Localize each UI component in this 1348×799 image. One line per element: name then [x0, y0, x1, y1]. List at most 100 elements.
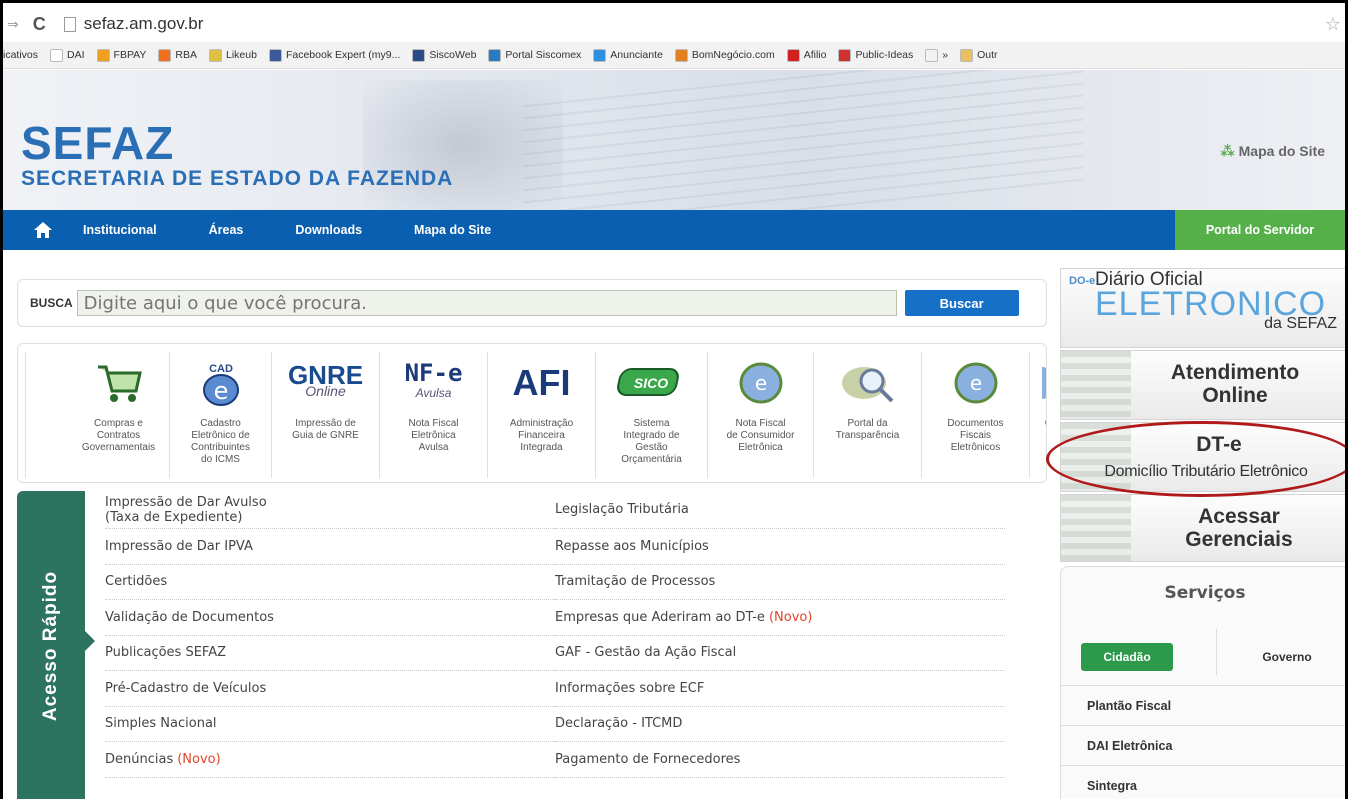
more-icon: [925, 48, 939, 62]
quick-link-label: Impressão de Dar Avulso (Taxa de Expedie…: [105, 494, 267, 525]
url-text[interactable]: sefaz.am.gov.br: [84, 14, 204, 34]
servicos-panel: Serviços Cidadão Governo Plantão Fiscal …: [1060, 566, 1345, 799]
portal-servidor-button[interactable]: Portal do Servidor: [1175, 210, 1345, 250]
atendimento-online-banner[interactable]: Atendimento Online: [1060, 350, 1345, 420]
quick-link[interactable]: Repasse aos Municípios: [555, 529, 1005, 565]
service-tile[interactable]: SICO Sistema Integrado de Gestão Orçament…: [596, 352, 708, 478]
atendimento-line2: Online: [1202, 384, 1268, 407]
bookmark-item[interactable]: Anunciante: [593, 48, 663, 62]
bookmark-item[interactable]: »: [925, 48, 949, 62]
svg-text:CAD: CAD: [209, 363, 233, 375]
acesso-rapido-tab: Acesso Rápido: [17, 491, 85, 799]
quick-link[interactable]: Declaração - ITCMD: [555, 707, 1005, 742]
service-tile[interactable]: GNRE Online Impressão de Guia de GNRE: [272, 352, 380, 478]
service-caption: Administração Financeira Integrada: [509, 418, 574, 453]
services-carousel: ts s Compras e Contratos Governamentais CA…: [17, 343, 1047, 483]
nav-institucional[interactable]: Institucional: [83, 223, 157, 237]
reload-icon[interactable]: C: [33, 14, 46, 35]
service-tile[interactable]: Cl: [1030, 352, 1046, 478]
service-caption: Cadastro Eletrônico de Contribuintes do …: [191, 418, 250, 465]
bookmark-item[interactable]: Likeub: [209, 48, 257, 62]
servico-plantao-fiscal[interactable]: Plantão Fiscal: [1061, 685, 1345, 725]
acessar-line2: Gerenciais: [1185, 528, 1293, 551]
bookmark-label: Afilio: [803, 49, 827, 61]
tab-cidadao[interactable]: Cidadão: [1081, 643, 1173, 671]
quick-link[interactable]: Validação de Documentos: [105, 600, 555, 636]
service-caption: Nota Fiscal de Consumidor Eletrônica: [726, 418, 795, 453]
bookmark-item[interactable]: Public-Ideas: [838, 48, 914, 62]
bookmark-item[interactable]: Portal Siscomex: [488, 48, 581, 62]
rba-icon: [158, 48, 172, 62]
header-document-image: [523, 70, 1083, 210]
bookmark-item[interactable]: Outr: [960, 48, 998, 62]
acessar-gerenciais-banner[interactable]: Acessar Gerenciais: [1060, 494, 1345, 562]
quick-link[interactable]: Simples Nacional: [105, 707, 555, 742]
atendimento-line1: Atendimento: [1170, 361, 1300, 384]
quick-link[interactable]: Denúncias (Novo): [105, 742, 555, 778]
afi-icon: AFI: [512, 362, 571, 403]
quick-link[interactable]: Tramitação de Processos: [555, 565, 1005, 600]
sitemap-icon: ⁂: [1220, 143, 1235, 159]
bookmark-item[interactable]: RBA: [158, 48, 197, 62]
acesso-rapido-panel: Acesso Rápido Impressão de Dar Avulso (T…: [17, 491, 1047, 799]
nfe-icon: e: [922, 352, 1029, 414]
nav-mapa-do-site[interactable]: Mapa do Site: [414, 223, 491, 237]
search-input[interactable]: [76, 290, 897, 316]
quick-link[interactable]: Impressão de Dar IPVA: [105, 529, 555, 565]
service-tile[interactable]: e Documentos Fiscais Eletrônicos: [922, 352, 1030, 478]
bookmark-item[interactable]: SiscoWeb: [412, 48, 476, 62]
bookmark-star-icon[interactable]: ☆: [1325, 14, 1341, 35]
bookmark-item[interactable]: BomNegócio.com: [674, 48, 775, 62]
site-logo[interactable]: SEFAZ: [21, 116, 174, 170]
cad-e-icon: CAD e: [170, 352, 271, 414]
mapa-do-site-link[interactable]: ⁂ Mapa do Site: [1220, 143, 1325, 160]
dte-banner[interactable]: DT-e Domicílio Tributário Eletrônico: [1060, 422, 1345, 492]
quick-link[interactable]: Empresas que Aderiram ao DT-e (Novo): [555, 600, 1005, 636]
service-tile[interactable]: ts s: [18, 352, 26, 478]
bookmark-item[interactable]: FBPAY: [96, 48, 146, 62]
quick-link[interactable]: Publicações SEFAZ: [105, 636, 555, 671]
bookmark-label: Likeub: [226, 49, 257, 61]
quick-link[interactable]: Legislação Tributária: [555, 491, 1005, 529]
bookmark-label: RBA: [175, 49, 197, 61]
quick-link[interactable]: Pré-Cadastro de Veículos: [105, 671, 555, 707]
forward-icon[interactable]: ⇒: [7, 16, 19, 33]
tab-governo[interactable]: Governo: [1241, 643, 1333, 671]
service-tile[interactable]: e Nota Fiscal de Consumidor Eletrônica: [708, 352, 814, 478]
service-caption: Impressão de Guia de GNRE: [292, 418, 359, 441]
bookmark-label: Facebook Expert (my9...: [285, 49, 401, 61]
browser-window: ⇒ C sefaz.am.gov.br ☆ icativos DAI FBPAY RB…: [0, 0, 1348, 799]
bookmark-label: Anunciante: [610, 49, 663, 61]
bookmark-label: Public-Ideas: [855, 49, 914, 61]
bookmark-item[interactable]: Facebook Expert (my9...: [268, 48, 401, 62]
servico-dai-eletronica[interactable]: DAI Eletrônica: [1061, 725, 1345, 765]
quick-link[interactable]: Impressão de Dar Avulso (Taxa de Expedie…: [105, 491, 555, 529]
bookmark-item[interactable]: Afilio: [786, 48, 827, 62]
search-label: BUSCA: [30, 296, 73, 310]
diario-oficial-banner[interactable]: DO-e Diário Oficial ELETRONICO da SEFAZ: [1060, 268, 1345, 348]
bookmark-label: »: [942, 49, 949, 61]
facebook-icon: [268, 48, 282, 62]
main-nav: Institucional Áreas Downloads Mapa do Si…: [3, 210, 1345, 250]
servico-sintegra[interactable]: Sintegra: [1061, 765, 1345, 799]
quick-link-label: Validação de Documentos: [105, 609, 274, 625]
quick-link[interactable]: Pagamento de Fornecedores: [555, 742, 1005, 778]
svg-text:e: e: [754, 371, 766, 395]
nav-downloads[interactable]: Downloads: [295, 223, 362, 237]
service-tile[interactable]: AFI Administração Financeira Integrada: [488, 352, 596, 478]
service-tile[interactable]: Compras e Contratos Governamentais: [68, 352, 170, 478]
service-tile[interactable]: CAD e Cadastro Eletrônico de Contribuintes…: [170, 352, 272, 478]
home-button[interactable]: [3, 210, 83, 250]
quick-link[interactable]: Informações sobre ECF: [555, 671, 1005, 707]
page-icon: [50, 48, 64, 62]
likeub-icon: [209, 48, 222, 62]
quick-link[interactable]: Certidões: [105, 565, 555, 600]
service-caption: Compras e Contratos Governamentais: [81, 418, 156, 453]
quick-link[interactable]: GAF - Gestão da Ação Fiscal: [555, 636, 1005, 671]
service-tile[interactable]: NF-e Avulsa Nota Fiscal Eletrônica Avulsa: [380, 352, 488, 478]
bookmark-item[interactable]: icativos: [3, 49, 38, 61]
service-tile[interactable]: Portal da Transparência: [814, 352, 922, 478]
bookmark-item[interactable]: DAI: [50, 48, 85, 62]
search-button[interactable]: Buscar: [904, 290, 1019, 316]
nav-areas[interactable]: Áreas: [209, 223, 244, 237]
